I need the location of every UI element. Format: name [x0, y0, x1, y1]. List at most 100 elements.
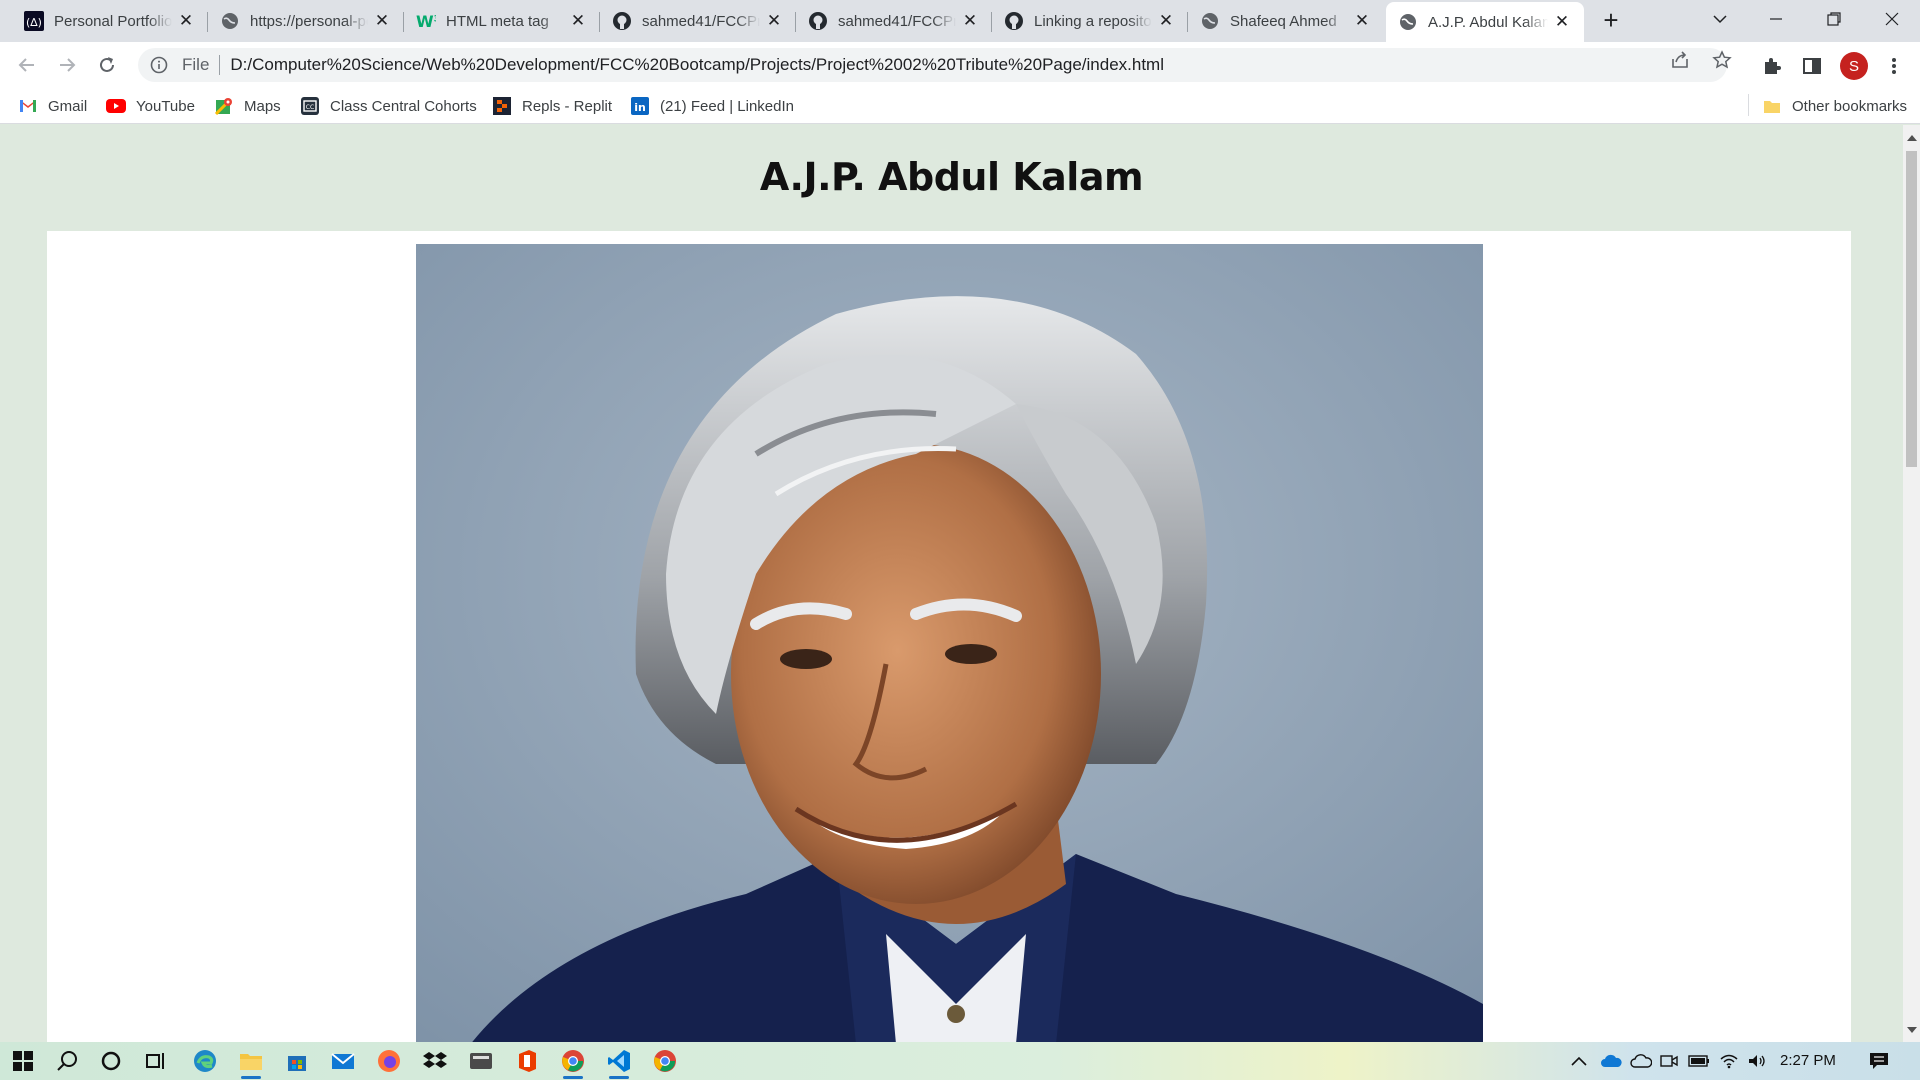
onedrive-sync-icon[interactable]	[1598, 1048, 1624, 1074]
tab-abdul-kalam[interactable]: A.J.P. Abdul Kalam ✕	[1386, 2, 1584, 42]
task-view-icon[interactable]	[142, 1048, 168, 1074]
bookmark-label: Class Central Cohorts	[330, 97, 477, 115]
page-title: A.J.P. Abdul Kalam	[759, 155, 1144, 199]
office-icon[interactable]	[514, 1048, 540, 1074]
svg-text:W³: W³	[416, 12, 436, 30]
profile-avatar[interactable]: S	[1840, 52, 1868, 80]
minimize-icon[interactable]	[1748, 0, 1804, 38]
tab-title: sahmed41/FCCProjects	[838, 12, 956, 30]
tab-title: Personal Portfolio	[54, 12, 172, 30]
share-icon[interactable]	[1670, 50, 1690, 70]
bookmark-maps[interactable]: Maps	[214, 94, 281, 118]
close-icon[interactable]: ✕	[764, 11, 784, 31]
close-icon[interactable]: ✕	[568, 11, 588, 31]
close-window-icon[interactable]	[1864, 0, 1920, 38]
reload-icon[interactable]	[92, 50, 122, 80]
new-tab-button[interactable]: +	[1598, 7, 1624, 34]
tab-github-fccprojects-1[interactable]: sahmed41/FCCProjects ✕	[600, 2, 796, 40]
tab-github-fccprojects-2[interactable]: sahmed41/FCCProjects ✕	[796, 2, 992, 40]
edge-icon[interactable]	[192, 1048, 218, 1074]
close-icon[interactable]: ✕	[960, 11, 980, 31]
tab-title: Shafeeq Ahmed	[1230, 12, 1337, 30]
store-icon[interactable]	[284, 1048, 310, 1074]
page-viewport: A.J.P. Abdul Kalam	[0, 125, 1903, 1042]
chevron-up-icon[interactable]	[1566, 1048, 1592, 1074]
globe-icon	[1398, 12, 1418, 32]
firefox-icon[interactable]	[376, 1048, 402, 1074]
chrome-icon[interactable]	[560, 1048, 586, 1079]
scroll-up-icon[interactable]	[1907, 135, 1917, 141]
portrait-image	[416, 244, 1483, 1042]
omnibox-divider	[219, 55, 221, 75]
tab-strip: (∆) Personal Portfolio ✕ https://persona…	[0, 0, 1920, 42]
dropbox-icon[interactable]	[422, 1048, 448, 1074]
tab-title: HTML meta tag	[446, 12, 549, 30]
github-icon	[612, 11, 632, 31]
close-icon[interactable]: ✕	[176, 11, 196, 31]
taskbar-clock[interactable]: 2:27 PM	[1780, 1052, 1836, 1069]
tab-linking-repository[interactable]: Linking a repository ✕	[992, 2, 1188, 40]
github-icon	[808, 11, 828, 31]
windows-start-icon[interactable]	[10, 1048, 36, 1074]
globe-icon	[220, 11, 240, 31]
bookmark-youtube[interactable]: YouTube	[106, 94, 195, 118]
youtube-icon	[106, 96, 126, 116]
meet-now-icon[interactable]	[1656, 1048, 1682, 1074]
w3schools-icon: W³	[416, 11, 436, 31]
cloud-icon[interactable]	[1628, 1048, 1654, 1074]
svg-text:CC: CC	[306, 104, 314, 111]
bookmark-label: YouTube	[136, 97, 195, 115]
extensions-icon[interactable]	[1760, 54, 1784, 78]
globe-icon	[1200, 11, 1220, 31]
tab-title: Linking a repository	[1034, 12, 1152, 30]
bookmark-linkedin[interactable]: in (21) Feed | LinkedIn	[630, 94, 794, 118]
scroll-thumb[interactable]	[1906, 151, 1917, 467]
url-text[interactable]: D:/Computer%20Science/Web%20Development/…	[230, 55, 1164, 75]
side-panel-icon[interactable]	[1800, 54, 1824, 78]
scroll-down-icon[interactable]	[1907, 1027, 1917, 1033]
vscode-icon[interactable]	[606, 1048, 632, 1079]
forward-arrow-icon[interactable]	[52, 50, 82, 80]
close-icon[interactable]: ✕	[1552, 12, 1572, 32]
vertical-scrollbar[interactable]	[1903, 125, 1920, 1042]
bookmarks-divider	[1748, 94, 1749, 116]
calculator-app-icon[interactable]	[468, 1048, 494, 1074]
menu-kebab-icon[interactable]	[1882, 54, 1906, 78]
bookmark-class-central[interactable]: CC Class Central Cohorts	[300, 94, 477, 118]
tab-title: sahmed41/FCCProjects	[642, 12, 760, 30]
bookmark-star-icon[interactable]	[1712, 50, 1732, 70]
tab-search-icon[interactable]	[1692, 0, 1748, 38]
bookmarks-bar: Gmail YouTube Maps CC Class Central Coho…	[0, 88, 1920, 124]
tab-title: A.J.P. Abdul Kalam	[1428, 13, 1548, 31]
restore-icon[interactable]	[1806, 0, 1862, 38]
bookmark-label: Gmail	[48, 97, 88, 115]
chrome-profile-icon[interactable]	[652, 1048, 678, 1074]
file-explorer-icon[interactable]	[238, 1048, 264, 1079]
tab-personal-portfolio-url[interactable]: https://personal-portfolio ✕	[208, 2, 404, 40]
mail-icon[interactable]	[330, 1048, 356, 1074]
volume-icon[interactable]	[1744, 1048, 1770, 1074]
other-bookmarks[interactable]: Other bookmarks	[1762, 94, 1907, 118]
back-arrow-icon[interactable]	[12, 50, 42, 80]
replit-icon	[492, 96, 512, 116]
close-icon[interactable]: ✕	[372, 11, 392, 31]
bookmark-label: (21) Feed | LinkedIn	[660, 97, 794, 115]
tab-shafeeq-ahmed[interactable]: Shafeeq Ahmed ✕	[1188, 2, 1384, 40]
tab-html-meta-tag[interactable]: W³ HTML meta tag ✕	[404, 2, 600, 40]
tab-personal-portfolio[interactable]: (∆) Personal Portfolio ✕	[12, 2, 208, 40]
info-icon[interactable]	[150, 56, 168, 74]
other-bookmarks-label: Other bookmarks	[1792, 97, 1908, 115]
cortana-icon[interactable]	[98, 1048, 124, 1074]
address-bar[interactable]: File D:/Computer%20Science/Web%20Develop…	[138, 48, 1727, 82]
search-icon[interactable]	[54, 1048, 80, 1074]
browser-window: (∆) Personal Portfolio ✕ https://persona…	[0, 0, 1920, 1080]
notification-icon[interactable]	[1866, 1048, 1892, 1074]
bookmark-gmail[interactable]: Gmail	[18, 94, 87, 118]
close-icon[interactable]: ✕	[1156, 11, 1176, 31]
image-container	[47, 231, 1851, 1042]
bookmark-replit[interactable]: Repls - Replit	[492, 94, 612, 118]
gmail-icon	[18, 96, 38, 116]
close-icon[interactable]: ✕	[1352, 11, 1372, 31]
battery-icon[interactable]	[1686, 1048, 1712, 1074]
wifi-icon[interactable]	[1716, 1048, 1742, 1074]
